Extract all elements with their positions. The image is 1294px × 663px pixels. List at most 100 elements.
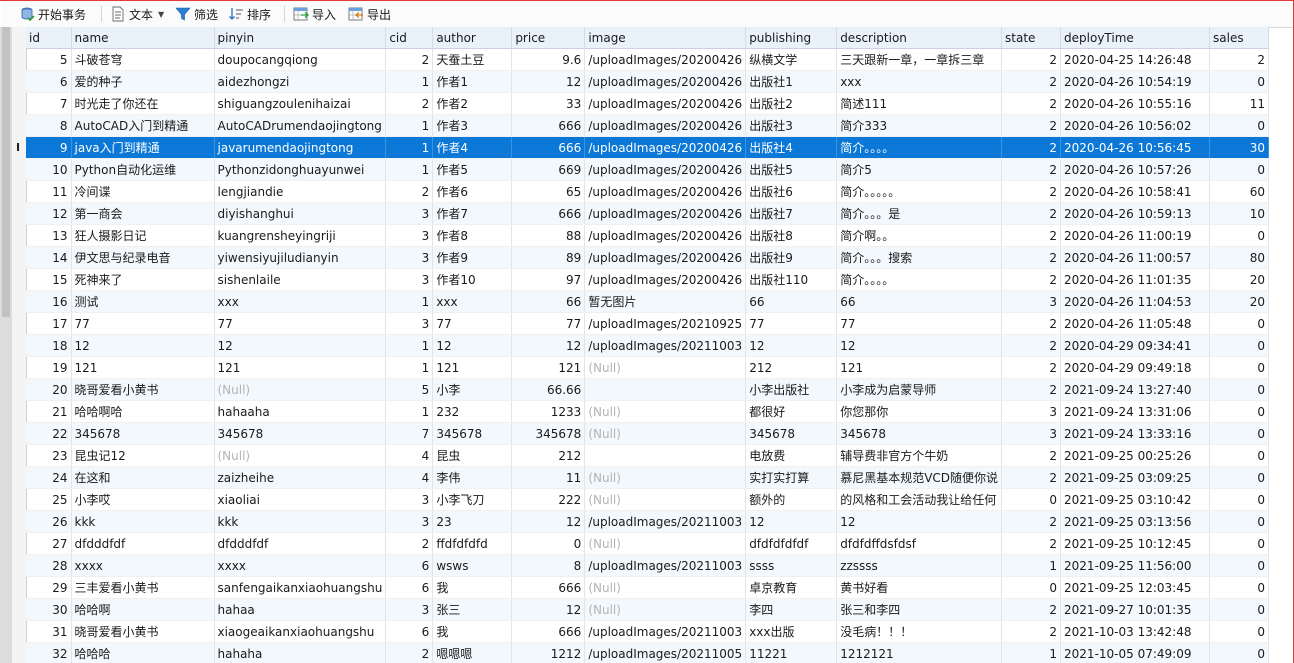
cell-image[interactable]: /uploadImages/20211003 — [584, 510, 747, 533]
cell-publishing[interactable]: 实打实打算 — [745, 466, 838, 489]
cell-sales[interactable]: 20 — [1209, 290, 1270, 313]
cell-author[interactable]: 我 — [432, 620, 513, 643]
table-row[interactable]: 13 狂人摄影日记 kuangrensheyingriji 3 作者8 88/upload… — [26, 224, 1270, 247]
cell-pinyin[interactable]: xiaoliai — [214, 488, 387, 511]
cell-id[interactable]: 10 — [26, 158, 72, 181]
cell-image[interactable]: (Null) — [584, 576, 747, 599]
cell-publishing[interactable]: 出版社9 — [745, 246, 838, 269]
table-row[interactable]: 32 哈哈哈 hahaha 2 嗯嗯嗯 1212/uploadImages/2021100… — [26, 642, 1270, 663]
cell-state[interactable]: 2 — [1001, 48, 1062, 71]
table-row[interactable]: 17 77 77 3 77 77/uploadImages/20210925 77 77 2 20… — [26, 312, 1270, 335]
table-row[interactable]: 10 Python自动化运维 Pythonzidonghuayunwei 1 作者5 66… — [26, 158, 1270, 181]
cell-sales[interactable]: 80 — [1209, 246, 1270, 269]
cell-pinyin[interactable]: (Null) — [214, 444, 387, 467]
cell-deployTime[interactable]: 2020-04-26 10:57:26 — [1060, 158, 1211, 181]
cell-price[interactable]: 666 — [511, 620, 586, 643]
cell-image[interactable]: (Null) — [584, 532, 747, 555]
cell-cid[interactable]: 3 — [385, 488, 434, 511]
cell-image[interactable]: /uploadImages/20200426 — [584, 180, 747, 203]
column-header-name[interactable]: name — [71, 27, 215, 49]
cell-price[interactable]: 97 — [511, 268, 586, 291]
column-header-sales[interactable]: sales — [1209, 27, 1270, 49]
cell-sales[interactable]: 0 — [1209, 356, 1270, 379]
cell-deployTime[interactable]: 2020-04-26 11:05:48 — [1060, 312, 1211, 335]
column-header-description[interactable]: description — [836, 27, 1003, 49]
cell-pinyin[interactable]: 12 — [214, 334, 387, 357]
cell-author[interactable]: 作者10 — [432, 268, 513, 291]
cell-id[interactable]: 30 — [26, 598, 72, 621]
cell-state[interactable]: 2 — [1001, 92, 1062, 115]
column-header-pinyin[interactable]: pinyin — [214, 27, 387, 49]
cell-price[interactable]: 9.6 — [511, 48, 586, 71]
cell-cid[interactable]: 1 — [385, 356, 434, 379]
table-row[interactable]: 18 12 12 1 12 12/uploadImages/20211003 12 12 2 20… — [26, 334, 1270, 357]
cell-sales[interactable]: 0 — [1209, 554, 1270, 577]
cell-cid[interactable]: 6 — [385, 576, 434, 599]
cell-name[interactable]: dfdddfdf — [71, 532, 215, 555]
table-row[interactable]: 5 斗破苍穹 doupocangqiong 2 天蚕土豆 9.6/uploadImages… — [26, 48, 1270, 71]
cell-cid[interactable]: 2 — [385, 92, 434, 115]
cell-cid[interactable]: 3 — [385, 202, 434, 225]
cell-publishing[interactable]: 出版社2 — [745, 92, 838, 115]
cell-state[interactable]: 3 — [1001, 400, 1062, 423]
cell-deployTime[interactable]: 2020-04-26 11:00:19 — [1060, 224, 1211, 247]
cell-cid[interactable]: 4 — [385, 444, 434, 467]
cell-description[interactable]: 你您那你 — [836, 400, 1003, 423]
cell-id[interactable]: 15 — [26, 268, 72, 291]
cell-image[interactable]: /uploadImages/20211005 — [584, 642, 747, 663]
cell-description[interactable]: 简介。。。。。 — [836, 180, 1003, 203]
cell-deployTime[interactable]: 2021-09-27 10:01:35 — [1060, 598, 1211, 621]
cell-description[interactable]: 简介。。。是 — [836, 202, 1003, 225]
cell-cid[interactable]: 1 — [385, 290, 434, 313]
cell-deployTime[interactable]: 2020-04-25 14:26:48 — [1060, 48, 1211, 71]
data-grid[interactable]: id name pinyin cid author price image publishin… — [0, 27, 1294, 663]
cell-cid[interactable]: 6 — [385, 554, 434, 577]
cell-id[interactable]: 29 — [26, 576, 72, 599]
cell-cid[interactable]: 1 — [385, 70, 434, 93]
cell-sales[interactable]: 20 — [1209, 268, 1270, 291]
cell-pinyin[interactable]: zaizheihe — [214, 466, 387, 489]
cell-sales[interactable]: 0 — [1209, 114, 1270, 137]
cell-pinyin[interactable]: yiwensiyujiludianyin — [214, 246, 387, 269]
cell-author[interactable]: 作者8 — [432, 224, 513, 247]
cell-sales[interactable]: 0 — [1209, 334, 1270, 357]
cell-author[interactable]: 345678 — [432, 422, 513, 445]
cell-description[interactable]: 简述111 — [836, 92, 1003, 115]
cell-pinyin[interactable]: xiaogeaikanxiaohuangshu — [214, 620, 387, 643]
cell-author[interactable]: 天蚕土豆 — [432, 48, 513, 71]
cell-price[interactable]: 12 — [511, 510, 586, 533]
cell-name[interactable]: 77 — [71, 312, 215, 335]
cell-author[interactable]: 作者3 — [432, 114, 513, 137]
cell-image[interactable]: /uploadImages/20200426 — [584, 70, 747, 93]
table-row[interactable]: 15 死神来了 sishenlaile 3 作者10 97/uploadImages/20… — [26, 268, 1270, 291]
cell-price[interactable]: 1212 — [511, 642, 586, 663]
cell-description[interactable]: 辅导费非官方个牛奶 — [836, 444, 1003, 467]
cell-state[interactable]: 0 — [1001, 576, 1062, 599]
cell-pinyin[interactable]: kuangrensheyingriji — [214, 224, 387, 247]
cell-author[interactable]: wsws — [432, 554, 513, 577]
column-header-cid[interactable]: cid — [385, 27, 434, 49]
cell-price[interactable]: 666 — [511, 576, 586, 599]
cell-sales[interactable]: 0 — [1209, 378, 1270, 401]
table-row[interactable]: 8 AutoCAD入门到精通 AutoCADrumendaojingtong 1 作者3… — [26, 114, 1270, 137]
cell-price[interactable]: 345678 — [511, 422, 586, 445]
cell-state[interactable]: 2 — [1001, 444, 1062, 467]
cell-publishing[interactable]: 出版社8 — [745, 224, 838, 247]
cell-publishing[interactable]: 李四 — [745, 598, 838, 621]
cell-price[interactable]: 65 — [511, 180, 586, 203]
cell-author[interactable]: 77 — [432, 312, 513, 335]
cell-deployTime[interactable]: 2020-04-26 11:04:53 — [1060, 290, 1211, 313]
cell-publishing[interactable]: dfdfdfdfdf — [745, 532, 838, 555]
cell-description[interactable]: 66 — [836, 290, 1003, 313]
cell-cid[interactable]: 4 — [385, 466, 434, 489]
cell-name[interactable]: 小李哎 — [71, 488, 215, 511]
table-row[interactable]: 28 xxxx xxxx 6 wsws 8/uploadImages/20211003 ss… — [26, 554, 1270, 577]
cell-pinyin[interactable]: AutoCADrumendaojingtong — [214, 114, 387, 137]
cell-id[interactable]: 12 — [26, 202, 72, 225]
cell-id[interactable]: 31 — [26, 620, 72, 643]
export-button[interactable]: 导出 — [348, 4, 391, 24]
cell-cid[interactable]: 3 — [385, 268, 434, 291]
cell-description[interactable]: 77 — [836, 312, 1003, 335]
cell-price[interactable]: 33 — [511, 92, 586, 115]
import-button[interactable]: 导入 — [293, 4, 336, 24]
